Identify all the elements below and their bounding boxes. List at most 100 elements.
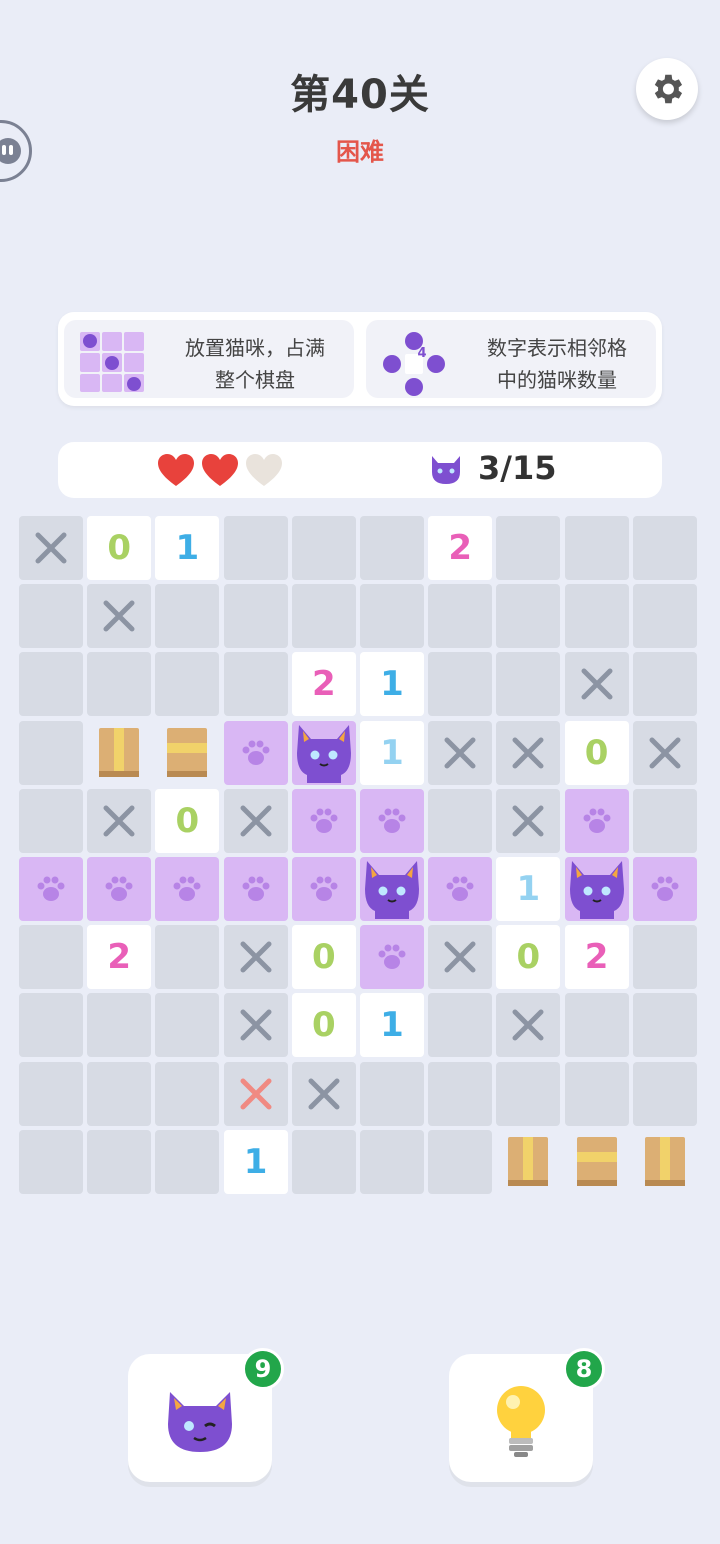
- board-cell-cat[interactable]: [360, 857, 424, 921]
- board-cell-empty[interactable]: [155, 1061, 220, 1126]
- board-cell-paw[interactable]: [19, 857, 83, 921]
- board-cell-paw[interactable]: [360, 788, 424, 853]
- board-cell-empty[interactable]: [360, 1061, 424, 1126]
- board-cell-empty[interactable]: [155, 925, 220, 990]
- board-cell-empty[interactable]: [155, 584, 220, 649]
- board-cell-marked[interactable]: [428, 925, 493, 990]
- board-cell-marked[interactable]: [291, 1061, 356, 1126]
- board-cell-empty[interactable]: [632, 652, 697, 717]
- board-cell-empty[interactable]: [19, 1061, 83, 1126]
- board-cell-empty[interactable]: [19, 925, 83, 990]
- board-cell-number[interactable]: 0: [291, 993, 356, 1058]
- board-cell-paw[interactable]: [360, 925, 424, 990]
- board-cell-number[interactable]: 1: [360, 720, 424, 785]
- board-cell-empty[interactable]: [564, 516, 629, 580]
- board-cell-marked[interactable]: [632, 720, 697, 785]
- board-cell-marked[interactable]: [87, 788, 152, 853]
- board-cell-empty[interactable]: [19, 788, 83, 853]
- board-cell-empty[interactable]: [428, 788, 493, 853]
- board-cell-empty[interactable]: [19, 720, 83, 785]
- board-cell-paw[interactable]: [223, 720, 288, 785]
- board-cell-empty[interactable]: [496, 516, 561, 580]
- board-cell-empty[interactable]: [19, 993, 83, 1058]
- board-cell-empty[interactable]: [155, 652, 220, 717]
- board-cell-empty[interactable]: [428, 652, 493, 717]
- board-cell-number[interactable]: 0: [496, 925, 561, 990]
- board-cell-empty[interactable]: [19, 652, 83, 717]
- settings-button[interactable]: [636, 58, 698, 120]
- board-cell-number[interactable]: 1: [360, 652, 424, 717]
- board-cell-empty[interactable]: [291, 1129, 356, 1194]
- board-cell-marked[interactable]: [223, 925, 288, 990]
- board-cell-paw[interactable]: [428, 857, 493, 921]
- board-cell-wrong-mark[interactable]: [223, 1061, 288, 1126]
- board-cell-empty[interactable]: [632, 788, 697, 853]
- board-cell-empty[interactable]: [291, 516, 356, 580]
- board-cell-number[interactable]: 2: [428, 516, 493, 580]
- board-cell-empty[interactable]: [360, 584, 424, 649]
- board-cell-marked[interactable]: [428, 720, 493, 785]
- board-cell-empty[interactable]: [564, 993, 629, 1058]
- board-cell-empty[interactable]: [87, 993, 152, 1058]
- board-cell-number[interactable]: 2: [87, 925, 152, 990]
- board-cell-empty[interactable]: [360, 1129, 424, 1194]
- board-cell-empty[interactable]: [291, 584, 356, 649]
- board-cell-empty[interactable]: [632, 584, 697, 649]
- board-cell-empty[interactable]: [87, 652, 152, 717]
- board-cell-empty[interactable]: [496, 1061, 561, 1126]
- board-cell-empty[interactable]: [87, 1129, 152, 1194]
- board-cell-marked[interactable]: [564, 652, 629, 717]
- board-cell-cat[interactable]: [564, 857, 629, 921]
- board-cell-marked[interactable]: [223, 993, 288, 1058]
- board-cell-marked[interactable]: [19, 516, 83, 580]
- board-cell-empty[interactable]: [564, 584, 629, 649]
- board-cell-number[interactable]: 0: [155, 788, 220, 853]
- board-cell-number[interactable]: 0: [291, 925, 356, 990]
- board-cell-empty[interactable]: [155, 1129, 220, 1194]
- board-cell-empty[interactable]: [155, 993, 220, 1058]
- board-cell-empty[interactable]: [632, 925, 697, 990]
- board-cell-number[interactable]: 1: [155, 516, 220, 580]
- board-cell-number[interactable]: 2: [291, 652, 356, 717]
- board-cell-empty[interactable]: [428, 993, 493, 1058]
- board-cell-empty[interactable]: [19, 584, 83, 649]
- board-cell-number[interactable]: 0: [564, 720, 629, 785]
- board-cell-paw[interactable]: [291, 788, 356, 853]
- board-cell-empty[interactable]: [223, 584, 288, 649]
- board-cell-empty[interactable]: [428, 1129, 493, 1194]
- board-cell-empty[interactable]: [223, 652, 288, 717]
- board-cell-empty[interactable]: [564, 1061, 629, 1126]
- board-cell-number[interactable]: 1: [496, 857, 561, 921]
- gear-icon: [654, 74, 683, 104]
- board-cell-marked[interactable]: [87, 584, 152, 649]
- board-cell-number[interactable]: 1: [223, 1129, 288, 1194]
- board-cell-marked[interactable]: [496, 720, 561, 785]
- board-cell-empty[interactable]: [428, 1061, 493, 1126]
- board-cell-paw[interactable]: [564, 788, 629, 853]
- board-cell-empty[interactable]: [496, 584, 561, 649]
- board-cell-empty[interactable]: [428, 584, 493, 649]
- hint-button[interactable]: 8: [449, 1348, 605, 1482]
- board-cell-empty[interactable]: [360, 516, 424, 580]
- board-cell-paw[interactable]: [291, 857, 356, 921]
- place-cat-button[interactable]: 9: [128, 1348, 284, 1482]
- board-cell-empty[interactable]: [496, 652, 561, 717]
- board-cell-marked[interactable]: [496, 993, 561, 1058]
- board-cell-paw[interactable]: [632, 857, 697, 921]
- board-cell-marked[interactable]: [496, 788, 561, 853]
- board-cell-empty[interactable]: [223, 516, 288, 580]
- board-cell-empty[interactable]: [632, 993, 697, 1058]
- board-cell-paw[interactable]: [223, 857, 288, 921]
- board-cell-empty[interactable]: [19, 1129, 83, 1194]
- board-cell-number[interactable]: 2: [564, 925, 629, 990]
- board-cell-paw[interactable]: [87, 857, 152, 921]
- board-cell-marked[interactable]: [223, 788, 288, 853]
- board-cell-number[interactable]: 0: [87, 516, 152, 580]
- board-cell-paw[interactable]: [155, 857, 220, 921]
- board-cell-empty[interactable]: [87, 1061, 152, 1126]
- board-cell-empty[interactable]: [632, 516, 697, 580]
- board-cell-cat[interactable]: [291, 720, 356, 785]
- cell-number: 0: [584, 732, 609, 773]
- board-cell-empty[interactable]: [632, 1061, 697, 1126]
- board-cell-number[interactable]: 1: [360, 993, 424, 1058]
